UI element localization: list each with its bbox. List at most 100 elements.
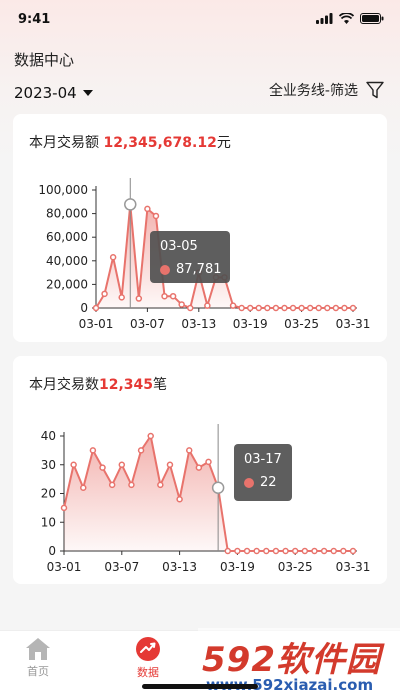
x-tick-label: 03-07 [130, 317, 165, 331]
x-tick-label: 03-25 [284, 317, 319, 331]
data-point [315, 304, 322, 312]
data-point [330, 547, 337, 555]
series-area [64, 436, 353, 551]
count-card: 本月交易数12,345笔 0 10 20 30 40 03-01 03-07 03-13 03-… [13, 356, 387, 584]
data-point [118, 294, 125, 301]
data-point [176, 496, 183, 503]
series-dot-icon [244, 477, 254, 488]
data-point [135, 295, 143, 302]
tab-home[interactable]: 首页 [8, 631, 68, 683]
data-point [161, 292, 168, 300]
amount-card: 本月交易额 12,345,678.12元 0 20,000 40,000 60,000… [13, 114, 387, 342]
data-point [289, 304, 297, 312]
filter-label: 全业务线-筛选 [268, 83, 358, 99]
data-point [332, 304, 340, 312]
highlighted-point [124, 198, 137, 211]
filter-icon [366, 81, 384, 99]
data-point [263, 547, 270, 555]
count-tooltip-row: 22 [244, 475, 277, 490]
highlighted-point [211, 481, 225, 494]
data-point [204, 302, 211, 309]
data-point [246, 304, 254, 312]
amount-chart[interactable]: 0 20,000 40,000 60,000 80,000 100,000 03-01 03-… [13, 114, 387, 342]
status-icons [316, 13, 384, 24]
x-tick-label: 03-19 [220, 560, 255, 574]
tab-home-label: 首页 [27, 665, 49, 678]
data-point [349, 547, 357, 555]
amount-tooltip-row: 87,781 [160, 262, 222, 277]
status-bar: 9:41 [0, 0, 400, 44]
data-point [298, 304, 305, 312]
count-tooltip-value: 22 [260, 475, 277, 490]
x-tick-label: 03-07 [104, 560, 139, 574]
tab-data[interactable]: 数据 [118, 631, 178, 683]
caret-down-icon [82, 90, 93, 96]
y-tick-label: 20 [41, 487, 56, 501]
x-tick-label: 03-25 [278, 560, 313, 574]
data-point [255, 304, 263, 312]
data-point [301, 547, 309, 555]
y-tick-label: 40 [41, 429, 56, 443]
data-point [80, 484, 87, 491]
data-point [186, 304, 194, 312]
data-point [101, 290, 108, 298]
data-point [108, 481, 116, 489]
data-point [311, 547, 318, 555]
y-tick-label: 0 [48, 544, 56, 558]
watermark-logo: 592软件园 [202, 640, 381, 680]
data-point [324, 304, 331, 312]
data-point [205, 458, 212, 466]
month-value: 2023-04 [14, 84, 77, 102]
x-tick-label: 03-19 [233, 317, 268, 331]
data-point [118, 461, 126, 468]
y-tick-label: 80,000 [46, 207, 88, 221]
y-tick-label: 0 [80, 301, 88, 315]
home-icon [26, 638, 50, 660]
x-tick-label: 03-31 [336, 317, 371, 331]
x-tick-label: 03-01 [79, 317, 114, 331]
data-point [349, 304, 357, 312]
data-point [109, 254, 117, 261]
page-title: 数据中心 [14, 51, 75, 69]
home-indicator [142, 684, 258, 689]
tab-data-label: 数据 [137, 666, 159, 679]
data-point [272, 547, 280, 555]
data-point [224, 547, 232, 555]
signal-icon [316, 13, 333, 24]
status-time: 9:41 [18, 12, 51, 27]
y-tick-label: 40,000 [46, 254, 88, 268]
count-tooltip-date: 03-17 [244, 452, 282, 467]
y-tick-label: 60,000 [46, 230, 88, 244]
data-point [92, 304, 100, 312]
data-point [291, 547, 299, 555]
amount-tooltip-date: 03-05 [160, 239, 198, 254]
x-tick-label: 03-13 [181, 317, 216, 331]
data-point [282, 547, 289, 555]
data-point [99, 464, 106, 471]
month-selector[interactable]: 2023-04 [14, 84, 93, 102]
data-point [253, 547, 260, 555]
data-point [147, 432, 154, 440]
data-point [272, 304, 280, 312]
business-filter[interactable]: 全业务线-筛选 [269, 80, 384, 100]
battery-icon [360, 13, 384, 24]
data-point [89, 447, 97, 454]
data-point [152, 212, 160, 220]
data-point [137, 447, 145, 454]
y-tick-label: 100,000 [38, 183, 88, 197]
x-tick-label: 03-31 [336, 560, 371, 574]
x-tick-label: 03-01 [47, 560, 82, 574]
data-point [281, 304, 288, 312]
series-dot-icon [160, 264, 170, 275]
count-tooltip: 03-17 22 [234, 444, 292, 501]
data-point [243, 547, 251, 555]
amount-tooltip: 03-05 87,781 [150, 231, 230, 283]
data-point [341, 304, 348, 312]
x-tick-label: 03-13 [162, 560, 197, 574]
data-point [60, 504, 68, 512]
data-point [157, 481, 164, 489]
watermark: 592软件园 www.592xiazai.com [198, 628, 400, 700]
count-chart[interactable]: 0 10 20 30 40 03-01 03-07 03-13 03-19 03-25 03-31 [13, 356, 387, 584]
data-point [320, 547, 328, 555]
data-point [340, 547, 347, 555]
